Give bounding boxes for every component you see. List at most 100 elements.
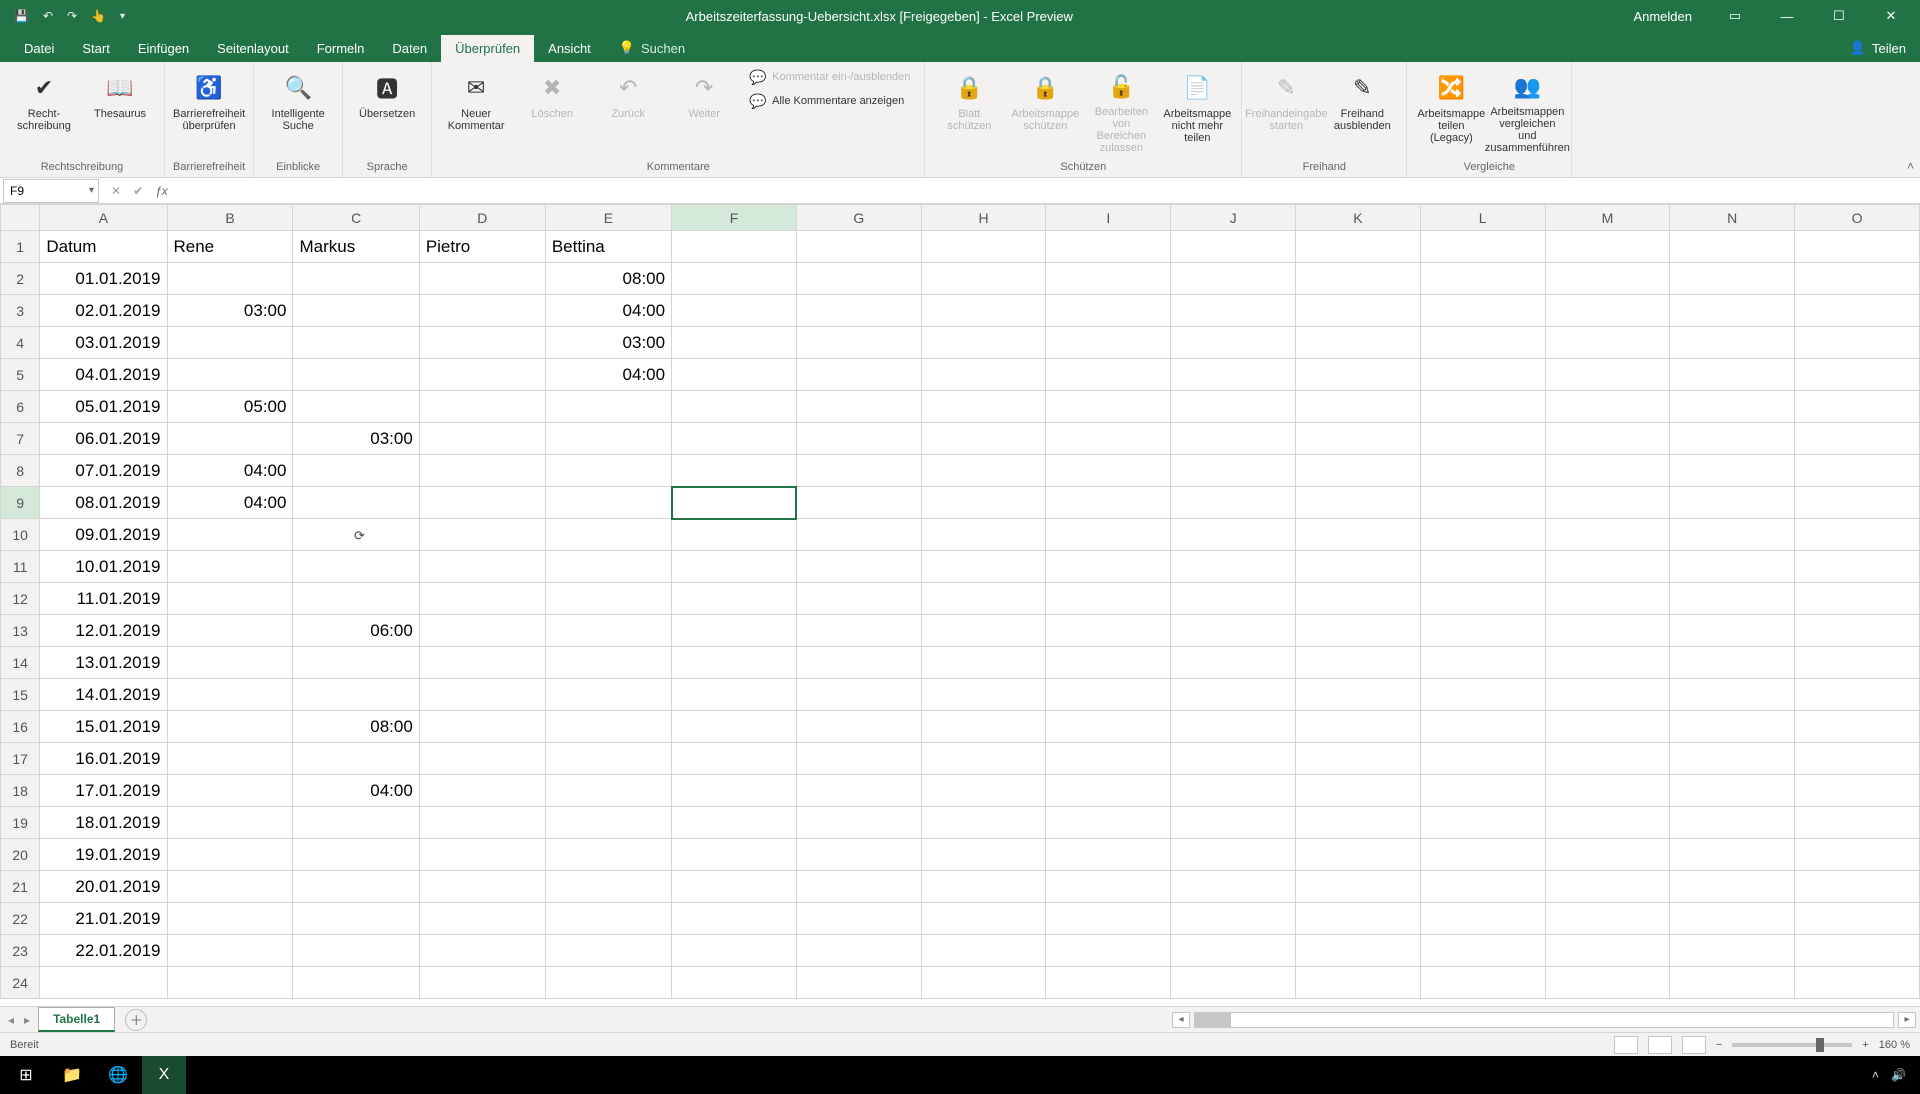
row-header-13[interactable]: 13 [1, 615, 40, 647]
cell[interactable] [1046, 295, 1171, 327]
undo-icon[interactable]: ↶ [43, 9, 53, 23]
cell[interactable]: 07.01.2019 [40, 455, 167, 487]
cell[interactable] [167, 359, 293, 391]
tab-daten[interactable]: Daten [378, 35, 441, 62]
close-button[interactable]: ✕ [1868, 0, 1914, 32]
cell[interactable] [1795, 391, 1920, 423]
cell[interactable] [1545, 487, 1670, 519]
cell[interactable] [1670, 487, 1795, 519]
cell[interactable] [1296, 391, 1421, 423]
cell[interactable]: 12.01.2019 [40, 615, 167, 647]
cell[interactable] [1296, 519, 1421, 551]
cell[interactable] [167, 967, 293, 999]
cell[interactable]: 13.01.2019 [40, 647, 167, 679]
maximize-button[interactable]: ☐ [1816, 0, 1862, 32]
cell[interactable] [1545, 615, 1670, 647]
cell[interactable] [796, 551, 921, 583]
cell[interactable] [1420, 423, 1545, 455]
cell[interactable] [293, 583, 419, 615]
tab-seitenlayout[interactable]: Seitenlayout [203, 35, 303, 62]
row-header-19[interactable]: 19 [1, 807, 40, 839]
col-header-M[interactable]: M [1545, 205, 1670, 231]
cell[interactable] [293, 935, 419, 967]
cell[interactable] [545, 839, 671, 871]
cell[interactable] [293, 391, 419, 423]
cell[interactable] [1420, 935, 1545, 967]
cell[interactable] [672, 807, 797, 839]
cell[interactable]: 09.01.2019 [40, 519, 167, 551]
cell[interactable] [1296, 711, 1421, 743]
cell[interactable]: 22.01.2019 [40, 935, 167, 967]
cell[interactable] [921, 615, 1046, 647]
cell[interactable] [921, 839, 1046, 871]
cell[interactable] [1171, 487, 1296, 519]
cell[interactable] [293, 871, 419, 903]
cell[interactable] [1046, 391, 1171, 423]
fx-icon[interactable]: ƒx [155, 184, 168, 198]
cell[interactable] [672, 839, 797, 871]
cell[interactable] [1296, 903, 1421, 935]
cell[interactable]: 08.01.2019 [40, 487, 167, 519]
cell[interactable] [1046, 455, 1171, 487]
row-header-20[interactable]: 20 [1, 839, 40, 871]
cell[interactable] [1296, 935, 1421, 967]
cell[interactable] [921, 967, 1046, 999]
cell[interactable]: 11.01.2019 [40, 583, 167, 615]
cell[interactable] [1171, 583, 1296, 615]
tell-me-search[interactable]: 💡Suchen [605, 34, 699, 62]
col-header-J[interactable]: J [1171, 205, 1296, 231]
cell[interactable] [1046, 263, 1171, 295]
cell[interactable] [1046, 807, 1171, 839]
cell[interactable]: 06:00 [293, 615, 419, 647]
zoom-out-button[interactable]: − [1716, 1039, 1722, 1051]
ribbon-arbeitsmappe[interactable]: 🔀Arbeitsmappe teilen (Legacy) [1415, 66, 1487, 154]
cell[interactable] [1545, 967, 1670, 999]
formula-input[interactable] [180, 179, 1920, 203]
cell[interactable] [1171, 775, 1296, 807]
cell[interactable] [1545, 807, 1670, 839]
cell[interactable] [796, 967, 921, 999]
cell[interactable] [1171, 551, 1296, 583]
cell[interactable] [1171, 263, 1296, 295]
cell[interactable] [1670, 263, 1795, 295]
cell[interactable] [545, 807, 671, 839]
col-header-F[interactable]: F [672, 205, 797, 231]
cell[interactable] [419, 519, 545, 551]
cell[interactable] [796, 871, 921, 903]
cell[interactable] [1670, 455, 1795, 487]
cell[interactable] [1171, 519, 1296, 551]
cell[interactable] [921, 391, 1046, 423]
col-header-K[interactable]: K [1296, 205, 1421, 231]
cell[interactable] [1046, 839, 1171, 871]
cell[interactable] [796, 935, 921, 967]
row-header-21[interactable]: 21 [1, 871, 40, 903]
ribbon-arbeitsmappe[interactable]: 📄Arbeitsmappe nicht mehr teilen [1161, 66, 1233, 154]
cell[interactable] [1670, 647, 1795, 679]
cell[interactable] [1046, 935, 1171, 967]
cell[interactable] [1795, 263, 1920, 295]
cell[interactable] [1545, 231, 1670, 263]
cell[interactable] [1296, 487, 1421, 519]
cell[interactable] [1420, 647, 1545, 679]
cell[interactable] [672, 551, 797, 583]
explorer-icon[interactable]: 📁 [50, 1056, 94, 1094]
cell[interactable] [293, 519, 419, 551]
cell[interactable] [419, 487, 545, 519]
cell[interactable] [1795, 839, 1920, 871]
minimize-button[interactable]: — [1764, 0, 1810, 32]
cell[interactable] [167, 551, 293, 583]
cell[interactable] [1296, 967, 1421, 999]
cell[interactable] [1420, 743, 1545, 775]
cell[interactable] [1795, 231, 1920, 263]
ribbon-bersetzen[interactable]: 🅰Übersetzen [351, 66, 423, 154]
cell[interactable] [1046, 327, 1171, 359]
cell[interactable] [921, 327, 1046, 359]
col-header-E[interactable]: E [545, 205, 671, 231]
cell[interactable] [167, 839, 293, 871]
cell[interactable] [1171, 711, 1296, 743]
cell[interactable] [1296, 295, 1421, 327]
cell[interactable] [545, 423, 671, 455]
cell[interactable] [1670, 679, 1795, 711]
cell[interactable] [1795, 647, 1920, 679]
cell[interactable]: 19.01.2019 [40, 839, 167, 871]
